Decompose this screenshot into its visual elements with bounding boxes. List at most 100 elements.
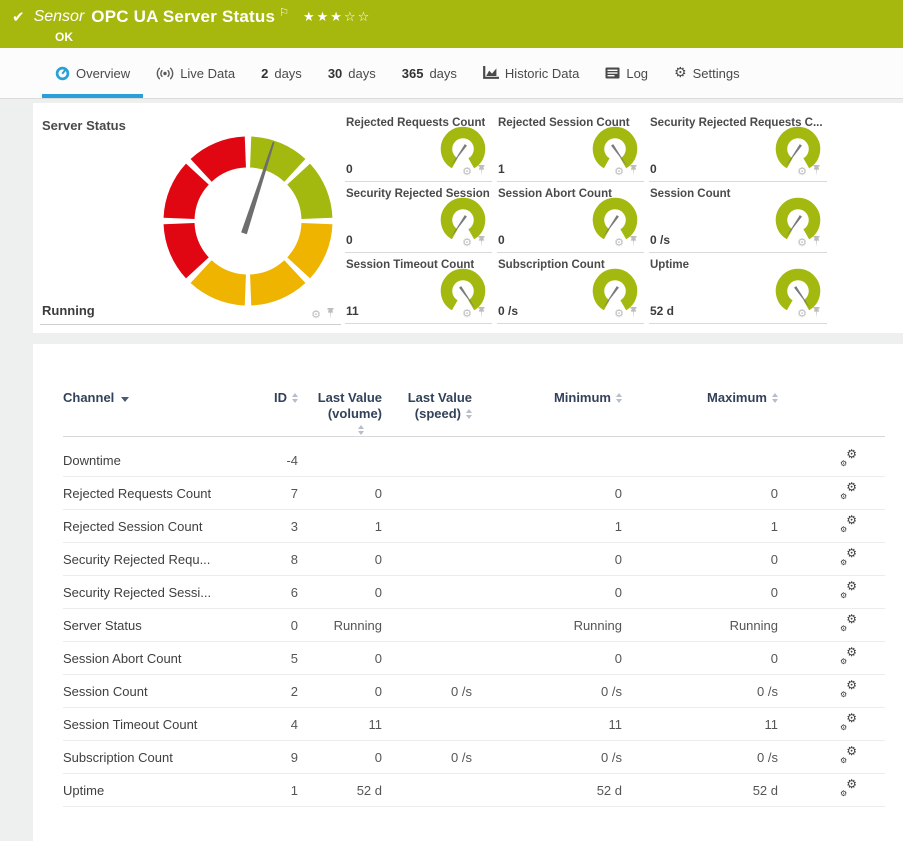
- channel-settings-icon[interactable]: ⚙⚙: [840, 714, 857, 731]
- channel-settings-icon[interactable]: ⚙⚙: [840, 615, 857, 632]
- minimum-value: 1: [472, 519, 622, 534]
- pin-icon[interactable]: [325, 307, 336, 320]
- channel-name: Security Rejected Sessi...: [63, 585, 238, 600]
- gear-icon[interactable]: ⚙: [462, 308, 472, 319]
- channel-settings-icon[interactable]: ⚙⚙: [840, 582, 857, 599]
- panel-corner-icons: ⚙: [797, 306, 822, 319]
- flag-icon[interactable]: ⚐: [279, 6, 289, 19]
- pin-icon[interactable]: [476, 306, 487, 319]
- tab-live-data[interactable]: Live Data: [143, 48, 248, 98]
- sort-icon: [772, 393, 778, 403]
- log-icon: [605, 67, 620, 79]
- tab-settings[interactable]: ⚙ Settings: [661, 48, 753, 98]
- channel-name: Rejected Requests Count: [63, 486, 238, 501]
- channel-id: 6: [238, 585, 298, 600]
- channel-id: 4: [238, 717, 298, 732]
- table-row-session-abort-count: Session Abort Count 5 0 0 0 ⚙⚙: [63, 642, 885, 675]
- column-header-maximum[interactable]: Maximum: [622, 390, 778, 406]
- table-header-row: Channel ID Last Value (volume) Last Valu…: [63, 390, 885, 437]
- channel-name: Session Timeout Count: [63, 717, 238, 732]
- channel-name: Uptime: [63, 783, 238, 798]
- gauge-value: 52 d: [650, 304, 674, 318]
- tab-30-days[interactable]: 30 days: [315, 48, 389, 98]
- tab-label-number: 365: [402, 66, 424, 81]
- page-title: OPC UA Server Status: [91, 7, 275, 27]
- gear-icon[interactable]: ⚙: [311, 309, 321, 320]
- object-kind-label: Sensor: [34, 8, 85, 26]
- server-status-value: Running: [42, 303, 95, 318]
- table-row-security-rejected-session: Security Rejected Sessi... 6 0 0 0 ⚙⚙: [63, 576, 885, 609]
- channel-id: -4: [238, 453, 298, 468]
- tab-log[interactable]: Log: [592, 48, 661, 98]
- gear-icon[interactable]: ⚙: [797, 166, 807, 177]
- pin-icon[interactable]: [811, 164, 822, 177]
- channel-settings-icon[interactable]: ⚙⚙: [840, 483, 857, 500]
- sensor-header-bar: ✔ Sensor OPC UA Server Status ⚐ ★★★☆☆ OK: [0, 0, 903, 48]
- tab-label: Live Data: [180, 66, 235, 81]
- gauge-value: 1: [498, 162, 505, 176]
- panel-corner-icons: ⚙: [462, 164, 487, 177]
- gear-icon[interactable]: ⚙: [462, 166, 472, 177]
- maximum-value: 0 /s: [622, 750, 778, 765]
- maximum-value: 0: [622, 585, 778, 600]
- pin-icon[interactable]: [476, 235, 487, 248]
- gear-icon[interactable]: ⚙: [614, 237, 624, 248]
- minimum-value: 0 /s: [472, 684, 622, 699]
- mini-gauge-grid: Rejected Requests Count 0 ⚙ Rejected Ses…: [345, 111, 827, 324]
- table-row-uptime: Uptime 1 52 d 52 d 52 d ⚙⚙: [63, 774, 885, 807]
- signal-icon: [156, 67, 174, 80]
- tab-overview[interactable]: Overview: [42, 48, 143, 98]
- column-header-last-value-volume[interactable]: Last Value (volume): [298, 390, 382, 435]
- column-header-channel[interactable]: Channel: [63, 390, 238, 406]
- channel-settings-icon[interactable]: ⚙⚙: [840, 780, 857, 797]
- priority-stars[interactable]: ★★★☆☆: [303, 10, 371, 25]
- tab-label: Log: [626, 66, 648, 81]
- table-row-security-rejected-requests: Security Rejected Requ... 8 0 0 0 ⚙⚙: [63, 543, 885, 576]
- pin-icon[interactable]: [628, 306, 639, 319]
- pin-icon[interactable]: [628, 235, 639, 248]
- overview-gauges-card: Server Status Running ⚙ Rejected Request…: [33, 103, 903, 333]
- pin-icon[interactable]: [811, 306, 822, 319]
- table-row-session-timeout-count: Session Timeout Count 4 11 11 11 ⚙⚙: [63, 708, 885, 741]
- gauge-panel-uptime: Uptime 52 d ⚙: [649, 253, 827, 324]
- panel-title: Server Status: [42, 118, 126, 133]
- gauge-panel-security-rejected-session: Security Rejected Session Co... 0 ⚙: [345, 182, 492, 253]
- gauge-panel-rejected-session-count: Rejected Session Count 1 ⚙: [497, 111, 644, 182]
- panel-corner-icons: ⚙: [614, 164, 639, 177]
- channel-settings-icon[interactable]: ⚙⚙: [840, 516, 857, 533]
- tab-label: Historic Data: [505, 66, 579, 81]
- tab-365-days[interactable]: 365 days: [389, 48, 470, 98]
- channel-settings-icon[interactable]: ⚙⚙: [840, 681, 857, 698]
- gear-icon[interactable]: ⚙: [614, 308, 624, 319]
- column-header-minimum[interactable]: Minimum: [472, 390, 622, 406]
- gear-icon[interactable]: ⚙: [462, 237, 472, 248]
- channel-settings-icon[interactable]: ⚙⚙: [840, 747, 857, 764]
- gauge-value: 0 /s: [498, 304, 518, 318]
- column-header-id[interactable]: ID: [238, 390, 298, 406]
- column-label: Last Value: [318, 390, 382, 406]
- channel-name: Downtime: [63, 453, 238, 468]
- channel-settings-icon[interactable]: ⚙⚙: [840, 450, 857, 467]
- channel-id: 0: [238, 618, 298, 633]
- gauge-value: 0: [346, 233, 353, 247]
- gear-icon[interactable]: ⚙: [797, 237, 807, 248]
- channel-id: 2: [238, 684, 298, 699]
- channel-settings-icon[interactable]: ⚙⚙: [840, 549, 857, 566]
- tab-historic-data[interactable]: Historic Data: [470, 48, 592, 98]
- gear-icon[interactable]: ⚙: [614, 166, 624, 177]
- maximum-value: Running: [622, 618, 778, 633]
- last-value-volume: 0: [298, 486, 382, 501]
- channel-settings-icon[interactable]: ⚙⚙: [840, 648, 857, 665]
- channel-id: 9: [238, 750, 298, 765]
- gear-icon[interactable]: ⚙: [797, 308, 807, 319]
- last-value-volume: Running: [298, 618, 382, 633]
- minimum-value: 0: [472, 486, 622, 501]
- last-value-volume: 0: [298, 684, 382, 699]
- pin-icon[interactable]: [476, 164, 487, 177]
- pin-icon[interactable]: [811, 235, 822, 248]
- table-row-subscription-count: Subscription Count 9 0 0 /s 0 /s 0 /s ⚙⚙: [63, 741, 885, 774]
- gauge-value: 0: [346, 162, 353, 176]
- tab-2-days[interactable]: 2 days: [248, 48, 315, 98]
- pin-icon[interactable]: [628, 164, 639, 177]
- column-header-last-value-speed[interactable]: Last Value (speed): [382, 390, 472, 422]
